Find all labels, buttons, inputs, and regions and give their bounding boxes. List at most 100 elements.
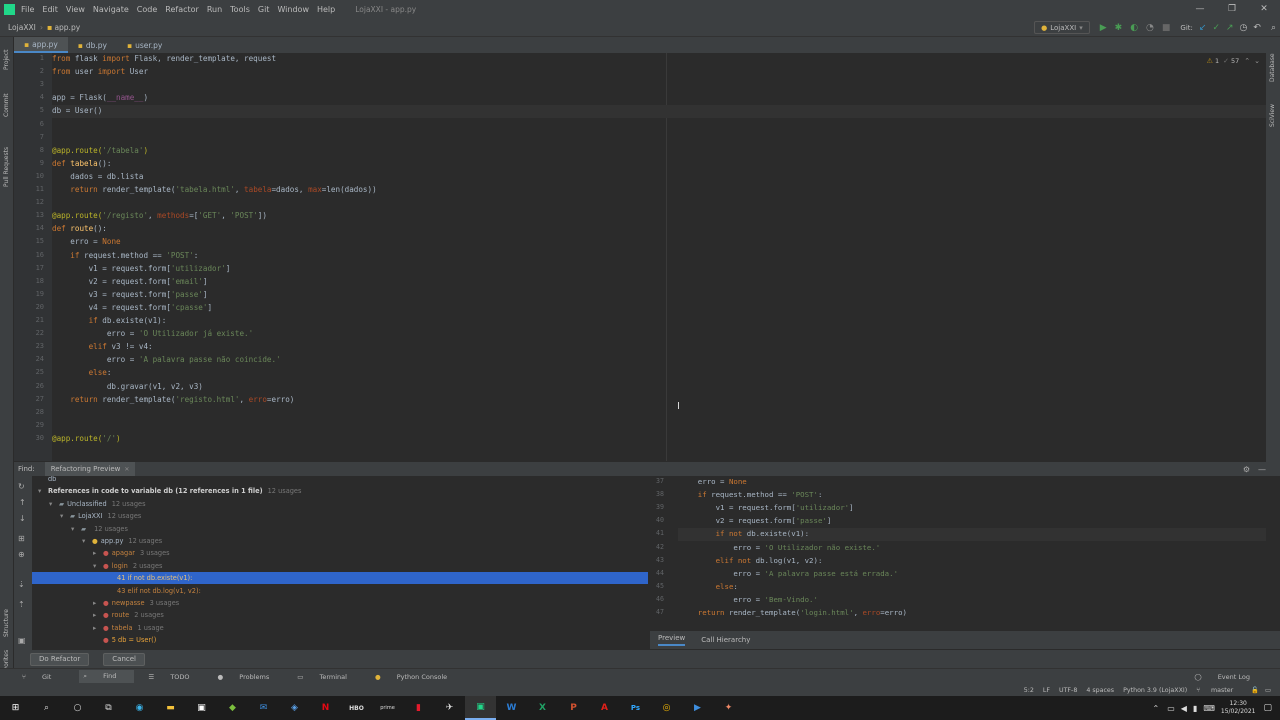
menu-view[interactable]: View	[66, 5, 85, 14]
tree-node[interactable]: ▸ ● newpasse 3 usages	[32, 597, 648, 609]
mail-icon[interactable]: ✉	[248, 696, 279, 720]
tab-db-py[interactable]: ▪ db.py	[68, 37, 117, 53]
caret-position[interactable]: 5:2	[1024, 687, 1034, 694]
chevron-icon[interactable]: ▾	[49, 500, 55, 508]
commit-tool-button[interactable]: Commit	[3, 93, 10, 117]
file-encoding[interactable]: UTF-8	[1059, 687, 1077, 694]
rollback-icon[interactable]: ↶	[1253, 23, 1261, 33]
indent-setting[interactable]: 4 spaces	[1086, 687, 1114, 694]
hide-panel-icon[interactable]: —	[1258, 465, 1266, 474]
code-line[interactable]: erro = 'A palavra passe não coincide.'	[52, 355, 281, 364]
tree-node[interactable]: ● 5 db = User()	[32, 634, 648, 646]
android-icon[interactable]: ◆	[217, 696, 248, 720]
store-icon[interactable]: ▣	[186, 696, 217, 720]
code-line[interactable]: from user import User	[52, 67, 148, 76]
previous-occurrence-icon[interactable]: ↑	[19, 498, 26, 507]
pycharm-icon[interactable]: ▣	[465, 696, 496, 720]
close-tab-icon[interactable]: ✕	[124, 466, 129, 473]
tree-node[interactable]: 41 if not db.existe(v1):	[32, 572, 648, 585]
chevron-icon[interactable]: ▾	[60, 512, 66, 520]
acrobat-icon[interactable]: A	[589, 696, 620, 720]
settings-gear-icon[interactable]: ⚙	[1243, 465, 1250, 474]
next-occurrence-icon[interactable]: ↓	[19, 514, 26, 523]
code-line[interactable]: db = User()	[52, 106, 102, 115]
close-button[interactable]: ✕	[1248, 0, 1280, 19]
preview-toggle-icon[interactable]: ▣	[18, 636, 26, 645]
tree-node[interactable]: ▸ ● tabela 1 usage	[32, 622, 648, 634]
network-icon[interactable]: ▭	[1167, 704, 1175, 713]
code-line[interactable]: v3 = request.form['passe']	[52, 290, 208, 299]
speaker-icon[interactable]: ◀	[1181, 704, 1187, 713]
sciview-tool-button[interactable]: SciView	[1269, 104, 1276, 127]
chevron-icon[interactable]: ▾	[82, 537, 88, 545]
git-update-icon[interactable]: ↙	[1199, 23, 1207, 33]
tool-todo[interactable]: ☰ TODO	[148, 673, 203, 681]
expand-all-icon[interactable]: ⇣	[18, 580, 25, 589]
code-line[interactable]: @app.route('/registo', methods=['GET', '…	[52, 211, 267, 220]
file-explorer-icon[interactable]: ▬	[155, 696, 186, 720]
coverage-icon[interactable]: ◐	[1130, 23, 1138, 33]
cortana-icon[interactable]: ○	[62, 696, 93, 720]
tool-event-log[interactable]: ◯ Event Log	[1194, 673, 1264, 681]
tree-node[interactable]: ▾ ● login 2 usages	[32, 560, 648, 572]
menu-tools[interactable]: Tools	[230, 5, 250, 14]
battery-icon[interactable]: ▮	[1193, 704, 1197, 713]
tree-node[interactable]: ▾ ▰ LojaXXI 12 usages	[32, 510, 648, 522]
tab-user-py[interactable]: ▪ user.py	[117, 37, 172, 53]
history-icon[interactable]: ◷	[1240, 23, 1248, 33]
tv-app-icon[interactable]: ▮	[403, 696, 434, 720]
git-push-icon[interactable]: ↗	[1226, 23, 1234, 33]
code-line[interactable]: erro = None	[52, 237, 120, 246]
search-icon[interactable]: ⌕	[31, 696, 62, 720]
minimize-button[interactable]: —	[1184, 0, 1216, 19]
code-line[interactable]: elif v3 != v4:	[52, 342, 153, 351]
line-separator[interactable]: LF	[1043, 687, 1050, 694]
run-config-selector[interactable]: ● LojaXXI ▾	[1034, 21, 1090, 34]
menu-help[interactable]: Help	[317, 5, 335, 14]
chevron-icon[interactable]: ▸	[93, 599, 99, 607]
tree-node[interactable]: ▸ ● route 2 usages	[32, 609, 648, 621]
tray-chevron-icon[interactable]: ⌃	[1153, 704, 1160, 713]
code-line[interactable]: @app.route('/')	[52, 434, 121, 443]
code-editor[interactable]: 1 2 3 4 5 6 7 8 9 10 11 12 13 14 15 16 17 18 19 20 21 22 23 24 2…	[14, 53, 1266, 461]
debug-icon[interactable]: ✱	[1115, 23, 1123, 33]
code-line[interactable]: def route():	[52, 224, 107, 233]
language-icon[interactable]: ⌨	[1203, 704, 1215, 713]
code-line[interactable]: erro = 'O Utilizador já existe.'	[52, 329, 253, 338]
cancel-button[interactable]: Cancel	[103, 652, 145, 666]
code-line[interactable]: def tabela():	[52, 159, 111, 168]
code-line[interactable]: return render_template('registo.html', e…	[52, 395, 294, 404]
tab-preview[interactable]: Preview	[658, 634, 686, 646]
prime-video-icon[interactable]: prime	[372, 696, 403, 720]
code-line[interactable]: from flask import Flask, render_template…	[52, 54, 276, 63]
maximize-button[interactable]: ❐	[1216, 0, 1248, 19]
app-icon-4[interactable]: ✦	[713, 696, 744, 720]
run-icon[interactable]: ▶	[1100, 23, 1107, 33]
menu-window[interactable]: Window	[277, 5, 309, 14]
code-line[interactable]: return render_template('tabela.html', ta…	[52, 185, 376, 194]
code-line[interactable]: db.gravar(v1, v2, v3)	[52, 382, 203, 391]
notifications-icon[interactable]: ▢	[1263, 703, 1272, 713]
collapse-all-icon[interactable]: ⇡	[18, 600, 25, 609]
stop-icon[interactable]: ■	[1162, 23, 1171, 33]
clock[interactable]: 12:30 15/02/2021	[1221, 700, 1256, 716]
git-branch[interactable]: ⑂ master	[1196, 687, 1242, 694]
code-line[interactable]: if db.existe(v1):	[52, 316, 167, 325]
chevron-icon[interactable]: ▸	[93, 611, 99, 619]
menu-edit[interactable]: Edit	[42, 5, 58, 14]
menu-navigate[interactable]: Navigate	[93, 5, 129, 14]
tree-node[interactable]: 43 elif not db.log(v1, v2):	[32, 585, 648, 597]
tool-terminal[interactable]: ▭ Terminal	[297, 673, 361, 681]
interpreter-selector[interactable]: Python 3.9 (LojaXXI)	[1123, 687, 1187, 694]
tab-refactoring-preview[interactable]: Refactoring Preview ✕	[44, 462, 136, 476]
usage-tree[interactable]: db ▾ References in code to variable db (12…	[32, 476, 648, 650]
netflix-icon[interactable]: N	[310, 696, 341, 720]
search-everywhere-icon[interactable]: ⌕	[1271, 23, 1276, 33]
rerun-icon[interactable]: ↻	[18, 482, 25, 491]
breadcrumb-file[interactable]: app.py	[54, 23, 80, 32]
menu-git[interactable]: Git	[258, 5, 270, 14]
database-tool-button[interactable]: Database	[1269, 53, 1276, 82]
pull-requests-tool-button[interactable]: Pull Requests	[3, 147, 10, 187]
tree-node[interactable]: ▸ ● apagar 3 usages	[32, 547, 648, 559]
task-view-icon[interactable]: ⧉	[93, 696, 124, 720]
